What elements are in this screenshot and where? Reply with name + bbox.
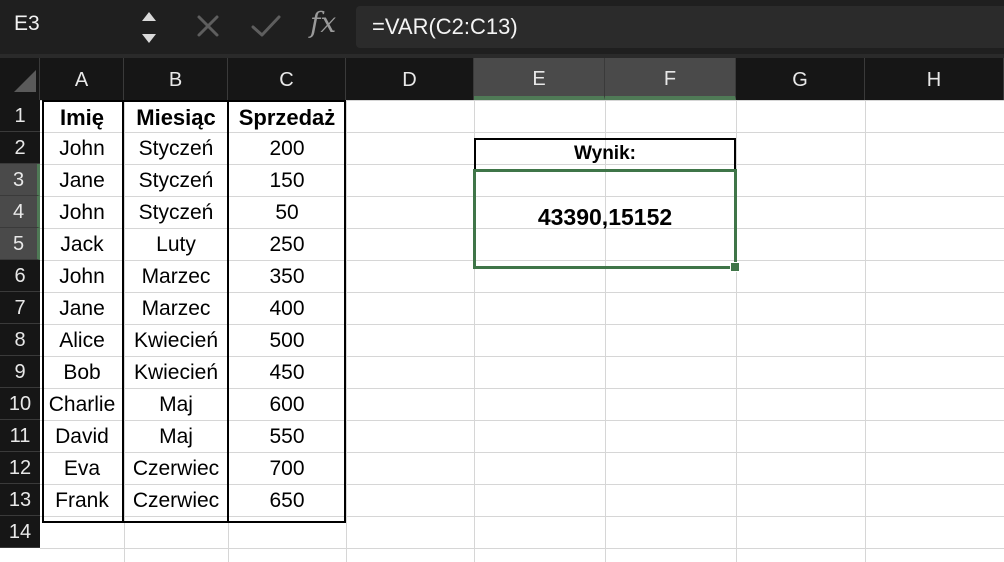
row-header-4[interactable]: 4: [0, 196, 40, 228]
column-gridline: [346, 100, 347, 562]
result-cell[interactable]: 43390,15152: [473, 169, 737, 269]
column-header-g[interactable]: G: [736, 58, 865, 100]
row-header-2[interactable]: 2: [0, 132, 40, 164]
column-header-a[interactable]: A: [40, 58, 124, 100]
table-outline: [42, 100, 346, 523]
name-box-stepper-icon[interactable]: [140, 8, 158, 48]
row-gridline: [40, 548, 1004, 549]
column-header-f[interactable]: F: [605, 58, 736, 100]
column-header-c[interactable]: C: [228, 58, 346, 100]
row-header-10[interactable]: 10: [0, 388, 40, 420]
result-label-cell[interactable]: Wynik:: [474, 138, 736, 170]
row-header-5[interactable]: 5: [0, 228, 40, 260]
excel-window: E3 fx =VAR(C2:C13) A B C D E F G H 1 2 3…: [0, 0, 1004, 562]
cancel-formula-icon[interactable]: [195, 13, 221, 39]
row-header-11[interactable]: 11: [0, 420, 40, 452]
formula-text: =VAR(C2:C13): [372, 14, 518, 39]
fill-handle[interactable]: [730, 262, 740, 272]
name-box-value: E3: [14, 12, 40, 35]
column-header-d[interactable]: D: [346, 58, 474, 100]
column-header-h[interactable]: H: [865, 58, 1004, 100]
row-header-13[interactable]: 13: [0, 484, 40, 516]
table-divider: [227, 100, 229, 523]
formula-bar: E3 fx =VAR(C2:C13): [0, 0, 1004, 54]
table-divider: [122, 100, 124, 523]
row-header-1[interactable]: 1: [0, 100, 40, 132]
row-header-6[interactable]: 6: [0, 260, 40, 292]
select-all-corner[interactable]: [0, 58, 40, 100]
row-header-9[interactable]: 9: [0, 356, 40, 388]
result-value: 43390,15152: [537, 204, 673, 230]
row-header-8[interactable]: 8: [0, 324, 40, 356]
insert-function-button[interactable]: fx: [310, 6, 336, 39]
confirm-formula-icon[interactable]: [250, 13, 282, 39]
row-header-14[interactable]: 14: [0, 516, 40, 548]
column-header-e[interactable]: E: [474, 58, 605, 100]
row-header-7[interactable]: 7: [0, 292, 40, 324]
row-header-3[interactable]: 3: [0, 164, 40, 196]
spreadsheet-grid[interactable]: ABCDEFGH 1 2 3 4 5 6 7 8 9 10 11 12 13 14 Imię Miesiąc…: [0, 58, 1004, 562]
formula-input[interactable]: =VAR(C2:C13): [356, 6, 1004, 48]
result-label: Wynik:: [574, 143, 636, 164]
column-gridline: [865, 100, 866, 562]
column-header-b[interactable]: B: [124, 58, 228, 100]
row-header-12[interactable]: 12: [0, 452, 40, 484]
name-box[interactable]: E3: [0, 0, 170, 54]
